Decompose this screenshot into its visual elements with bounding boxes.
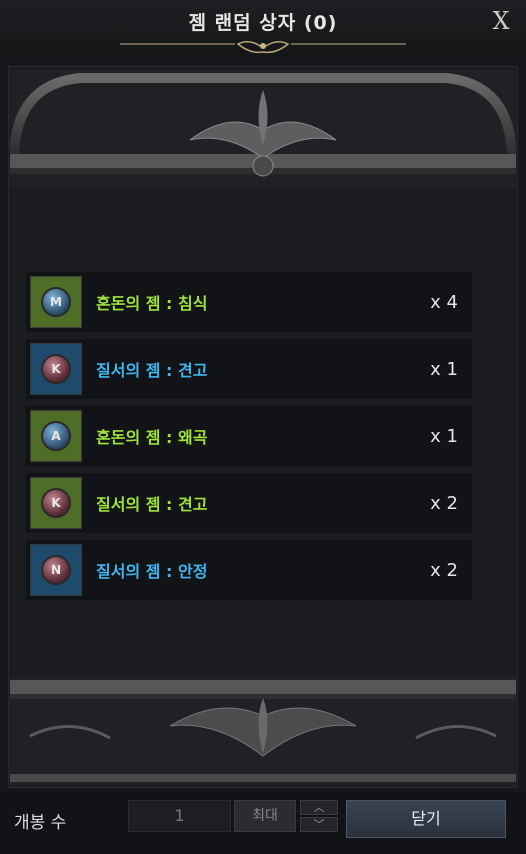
increment-button[interactable]: ︿ (300, 800, 338, 815)
quantity-input[interactable]: 1 (128, 800, 231, 832)
item-count: x 1 (430, 358, 458, 380)
item-name: 질서의 젬 : 견고 (96, 495, 208, 514)
list-item[interactable]: M 혼돈의 젬 : 침식 x 4 (26, 272, 472, 332)
gem-icon: K (41, 488, 71, 518)
item-slot: K (30, 477, 82, 529)
item-name: 혼돈의 젬 : 왜곡 (96, 428, 208, 447)
item-count: x 1 (430, 425, 458, 447)
window-title: 젬 랜덤 상자 (0) (188, 12, 338, 34)
item-slot: A (30, 410, 82, 462)
item-count: x 4 (430, 291, 458, 313)
list-item[interactable]: K 질서의 젬 : 견고 x 2 (26, 473, 472, 533)
decrement-button[interactable]: ﹀ (300, 817, 338, 832)
title-ornament (120, 41, 406, 54)
max-button[interactable]: 최대 (234, 800, 296, 832)
reward-list: M 혼돈의 젬 : 침식 x 4 K 질서의 젬 : 견고 x 1 A 혼돈의 … (26, 272, 472, 607)
title-bar: 젬 랜덤 상자 (0) X (0, 0, 526, 58)
top-ornament-frame (10, 70, 516, 188)
item-slot: M (30, 276, 82, 328)
item-slot: N (30, 544, 82, 596)
list-item[interactable]: K 질서의 젬 : 견고 x 1 (26, 339, 472, 399)
gem-icon: M (41, 287, 71, 317)
close-button[interactable]: 닫기 (346, 800, 506, 838)
list-item[interactable]: A 혼돈의 젬 : 왜곡 x 1 (26, 406, 472, 466)
item-name: 질서의 젬 : 안정 (96, 562, 208, 581)
gem-icon: K (41, 354, 71, 384)
item-name: 질서의 젬 : 견고 (96, 361, 208, 380)
bottom-ornament-frame (10, 676, 516, 786)
item-count: x 2 (430, 559, 458, 581)
gem-icon: N (41, 555, 71, 585)
item-count: x 2 (430, 492, 458, 514)
footer-bar: 개봉 수 1 최대 ︿ ﹀ 닫기 (0, 792, 526, 854)
gem-icon: A (41, 421, 71, 451)
quantity-stepper: ︿ ﹀ (300, 800, 338, 832)
item-name: 혼돈의 젬 : 침식 (96, 294, 208, 313)
item-slot: K (30, 343, 82, 395)
close-icon[interactable]: X (486, 6, 516, 36)
list-item[interactable]: N 질서의 젬 : 안정 x 2 (26, 540, 472, 600)
open-count-label: 개봉 수 (14, 813, 67, 833)
